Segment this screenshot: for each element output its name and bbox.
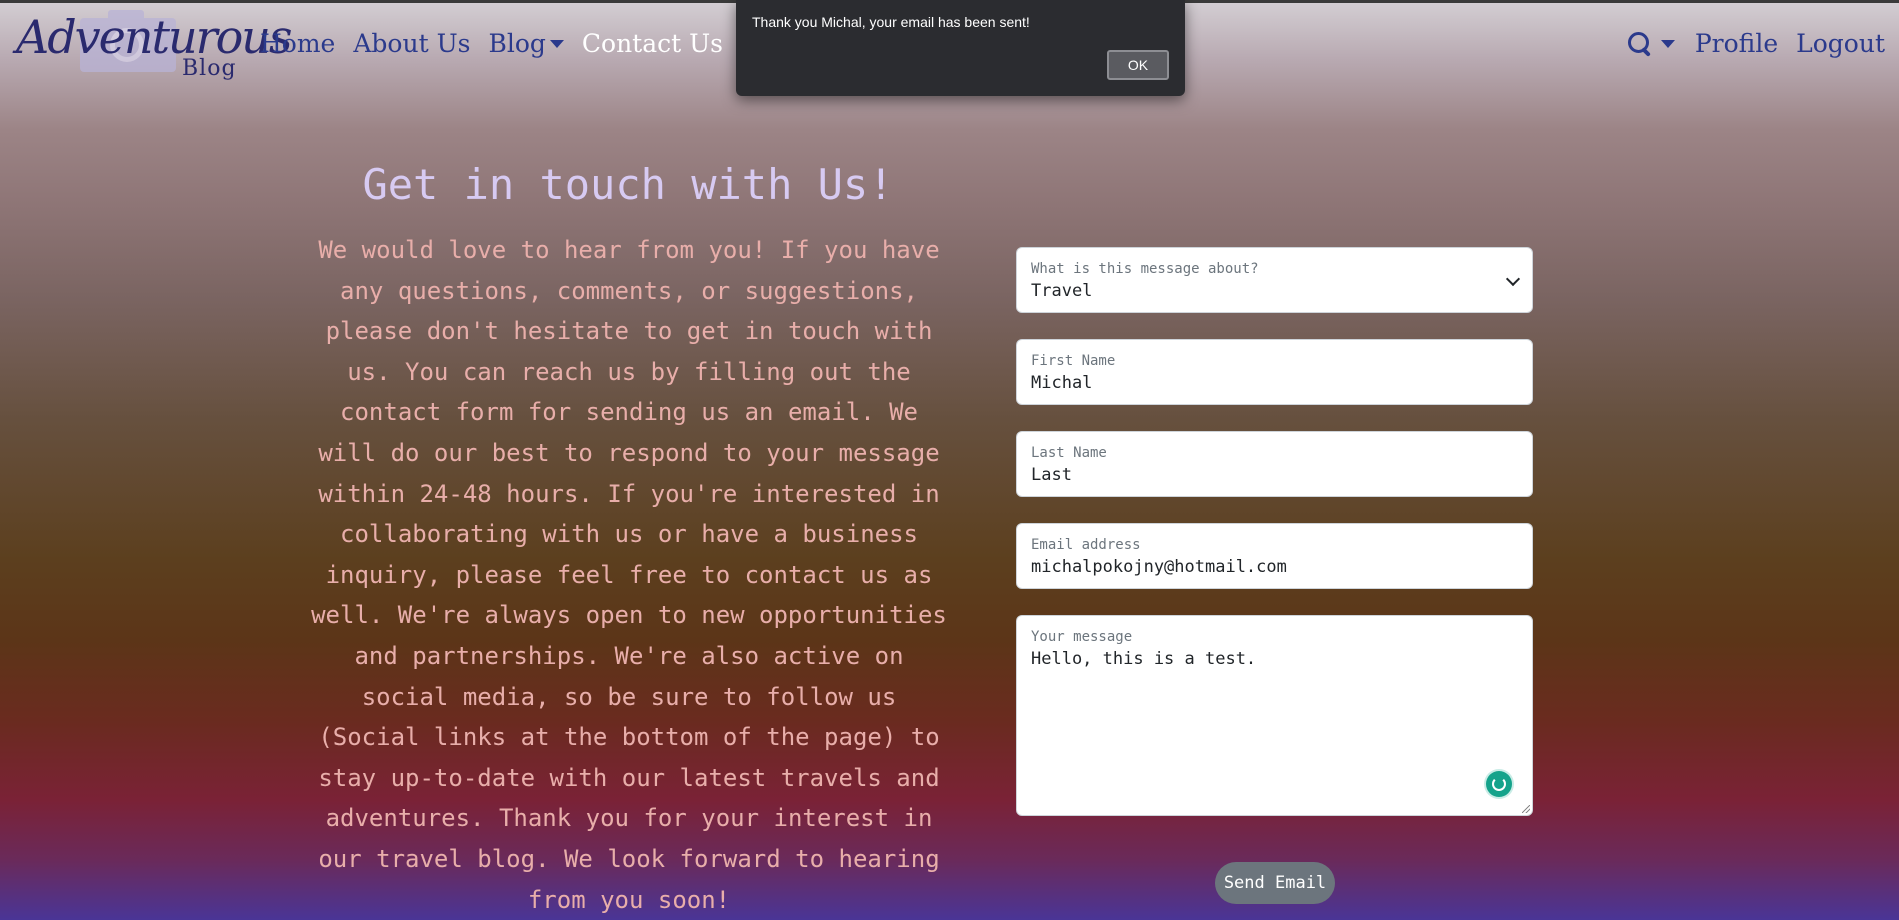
- first-name-value: Michal: [1031, 373, 1093, 393]
- nav-contact-us[interactable]: Contact Us: [582, 26, 723, 62]
- email-value: michalpokojny@hotmail.com: [1031, 557, 1287, 577]
- nav-logout[interactable]: Logout: [1796, 26, 1885, 62]
- search-dropdown-toggle[interactable]: [1627, 31, 1675, 57]
- message-value: Hello, this is a test.: [1031, 649, 1257, 669]
- nav-blog-dropdown[interactable]: Blog: [488, 26, 564, 62]
- nav-about-us[interactable]: About Us: [353, 26, 470, 62]
- nav-home[interactable]: Home: [260, 26, 335, 62]
- first-name-field[interactable]: First Name Michal: [1016, 339, 1533, 405]
- nav-blog-label: Blog: [488, 29, 546, 58]
- topic-label: What is this message about?: [1031, 261, 1259, 277]
- brand-logo[interactable]: Adventurous Blog: [16, 8, 293, 84]
- resize-handle-icon[interactable]: [1522, 805, 1530, 813]
- nav-home-label: Home: [260, 29, 336, 58]
- nav-about-label: About Us: [353, 29, 471, 58]
- caret-down-icon: [1660, 40, 1675, 48]
- alert-ok-button[interactable]: OK: [1107, 50, 1169, 80]
- nav-right: Profile Logout: [1627, 26, 1885, 62]
- chevron-down-icon: [1505, 271, 1521, 287]
- last-name-label: Last Name: [1031, 445, 1107, 461]
- first-name-label: First Name: [1031, 353, 1116, 369]
- nav-profile[interactable]: Profile: [1695, 26, 1778, 62]
- alert-message: Thank you Michal, your email has been se…: [752, 14, 1030, 30]
- intro-paragraph: We would love to hear from you! If you h…: [311, 236, 947, 914]
- caret-down-icon: [549, 40, 564, 48]
- nav-links: Home About Us Blog Contact Us: [260, 26, 741, 62]
- email-field[interactable]: Email address michalpokojny@hotmail.com: [1016, 523, 1533, 589]
- nav-contact-label: Contact Us: [581, 29, 724, 58]
- message-textarea[interactable]: Your message Hello, this is a test.: [1016, 615, 1533, 816]
- topic-select[interactable]: What is this message about? Travel: [1016, 247, 1533, 313]
- brand-subtitle: Blog: [182, 56, 237, 81]
- brand-name: Adventurous: [16, 10, 293, 64]
- last-name-field[interactable]: Last Name Last: [1016, 431, 1533, 497]
- send-email-button[interactable]: Send Email: [1215, 862, 1335, 904]
- grammarly-icon[interactable]: [1486, 771, 1512, 797]
- alert-dialog: Thank you Michal, your email has been se…: [736, 0, 1185, 96]
- page-title: Get in touch with Us!: [362, 160, 894, 209]
- last-name-value: Last: [1031, 465, 1072, 485]
- search-icon: [1627, 31, 1653, 57]
- email-label: Email address: [1031, 537, 1141, 553]
- topic-value: Travel: [1031, 281, 1093, 301]
- message-label: Your message: [1031, 629, 1133, 645]
